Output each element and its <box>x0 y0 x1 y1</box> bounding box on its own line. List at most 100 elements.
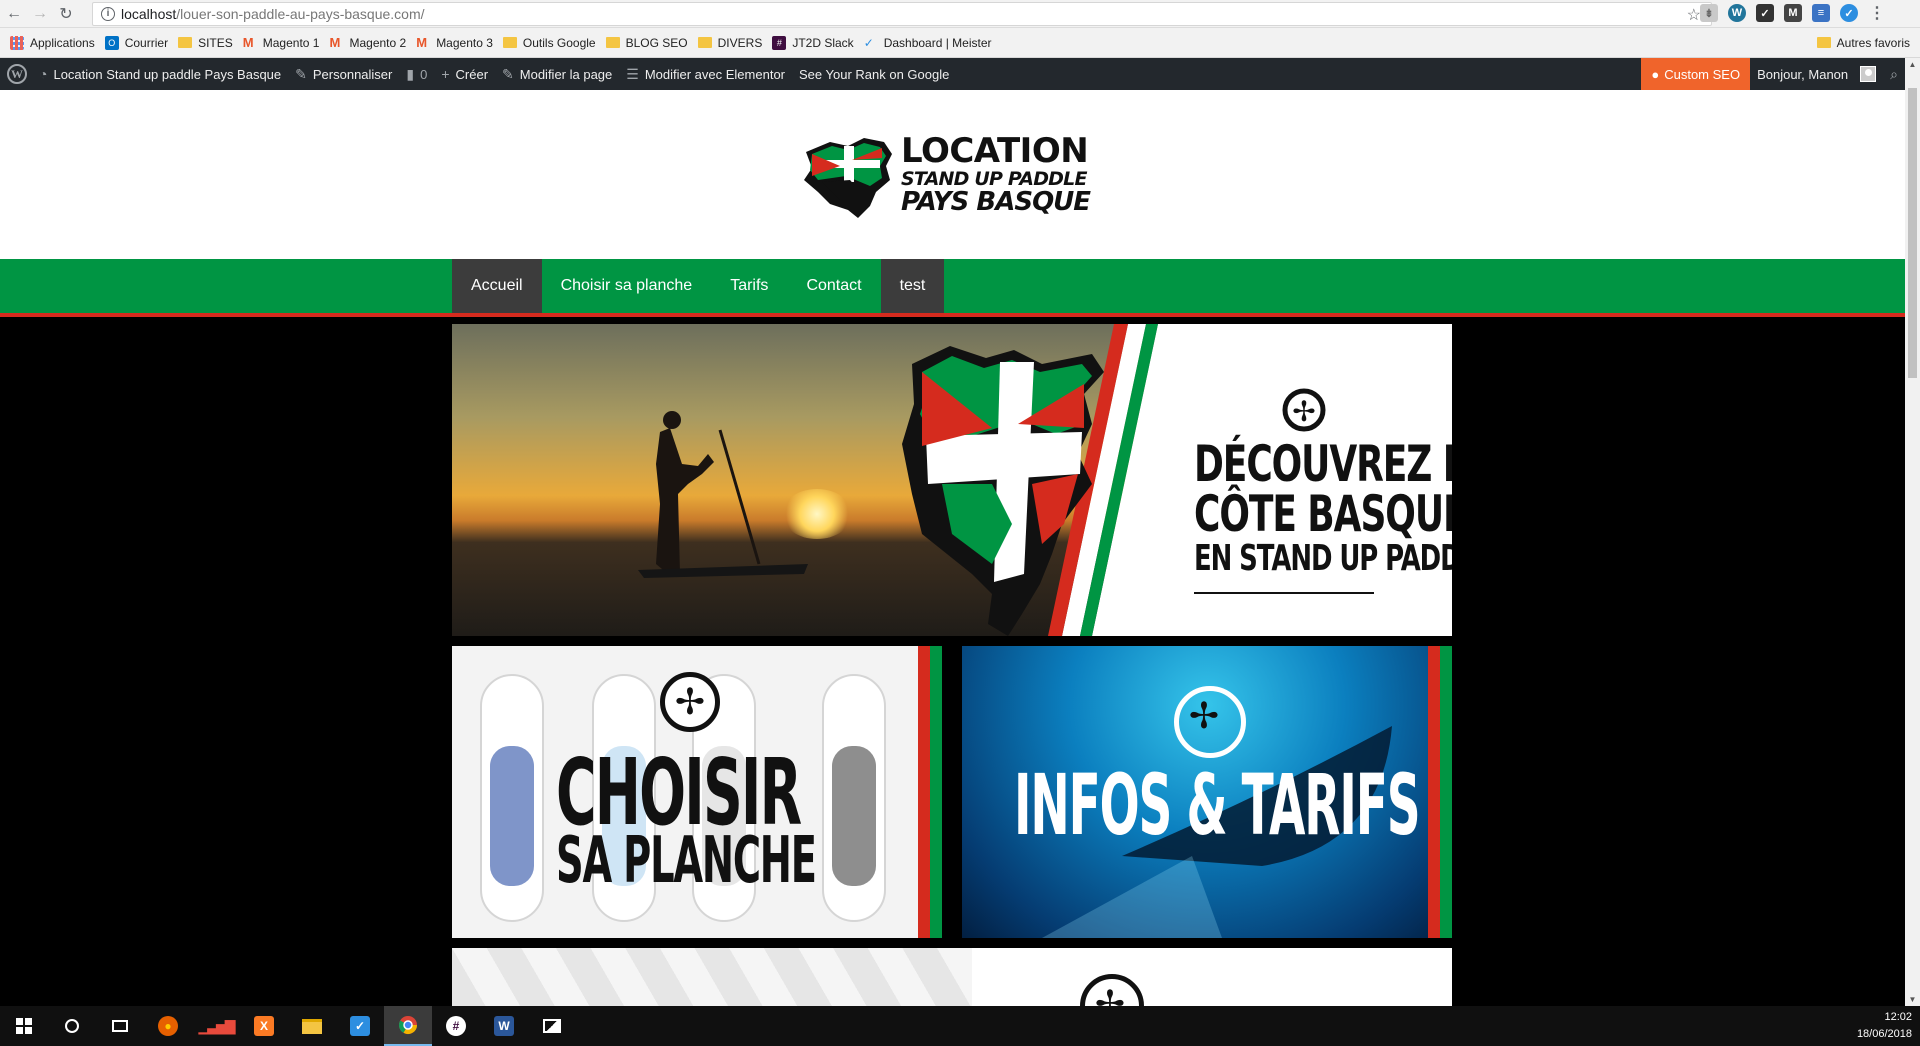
bookmark-outils-google[interactable]: Outils Google <box>502 36 596 50</box>
url-host: localhost <box>121 6 177 22</box>
hero-line-3: EN STAND UP PADDLE <box>1194 538 1452 579</box>
hero-line-1: DÉCOUVREZ LA <box>1194 435 1452 493</box>
slack-taskbar-icon[interactable]: # <box>432 1006 480 1046</box>
browser-toolbar: ← → ↻ i localhost/louer-son-paddle-au-pa… <box>0 0 1920 28</box>
outlook-icon: O <box>104 35 119 50</box>
admin-customize[interactable]: ✎ Personnaliser <box>288 58 399 90</box>
equalizer-app-icon[interactable]: ▁▃▅▇ <box>192 1006 240 1046</box>
green-stripe <box>930 646 942 938</box>
nav-item-test[interactable]: test <box>880 259 945 313</box>
bookmarks-bar: Applications O Courrier SITES M Magento … <box>0 28 1920 58</box>
bookmark-star-icon[interactable]: ☆ <box>1687 5 1701 25</box>
nav-item-contact[interactable]: Contact <box>787 259 880 313</box>
xampp-icon[interactable]: X <box>240 1006 288 1046</box>
admin-comments[interactable]: ▮ 0 <box>399 58 434 90</box>
hero-underline <box>1194 592 1374 594</box>
apps-grid-icon <box>10 35 24 50</box>
red-stripe <box>918 646 930 938</box>
green-stripe <box>1440 646 1452 938</box>
bookmark-applications[interactable]: Applications <box>10 35 95 50</box>
info-icon[interactable]: i <box>101 7 115 21</box>
wp-admin-bar: W ◔ Location Stand up paddle Pays Basque… <box>0 58 1905 90</box>
address-bar[interactable]: i localhost/louer-son-paddle-au-pays-bas… <box>92 2 1712 26</box>
chrome-icon[interactable] <box>384 1006 432 1046</box>
slack-icon: # <box>772 35 787 50</box>
scroll-down-arrow-icon[interactable]: ▼ <box>1905 995 1920 1004</box>
admin-site-name[interactable]: ◔ Location Stand up paddle Pays Basque <box>32 58 288 90</box>
cortana-search-icon[interactable] <box>48 1006 96 1046</box>
tile-choisir-sa-planche[interactable]: CHOISIR SA PLANCHE <box>452 646 942 938</box>
admin-see-rank[interactable]: See Your Rank on Google <box>792 58 956 90</box>
photos-icon[interactable] <box>528 1006 576 1046</box>
avatar <box>1860 66 1877 82</box>
firefox-icon[interactable]: ● <box>144 1006 192 1046</box>
extension-icons: ⇟ W ✓ M ≡ ✓ ⋮ <box>1700 4 1886 22</box>
nav-item-choisir-sa-planche[interactable]: Choisir sa planche <box>542 259 712 313</box>
nav-item-accueil[interactable]: Accueil <box>452 259 542 313</box>
tile-infos-tarifs[interactable]: INFOS & TARIFS <box>962 646 1452 938</box>
other-bookmarks[interactable]: Autres favoris <box>1816 36 1910 50</box>
bookmark-magento-2[interactable]: M Magento 2 <box>329 35 406 50</box>
page-scrollbar[interactable]: ▲ ▼ <box>1905 58 1920 1006</box>
main-navigation: Accueil Choisir sa planche Tarifs Contac… <box>0 259 1905 317</box>
scroll-up-arrow-icon[interactable]: ▲ <box>1905 60 1920 69</box>
windows-taskbar: ● ▁▃▅▇ X ✓ # W 12:02 18/06/2018 <box>0 1006 1920 1046</box>
site-logo[interactable]: LOCATION STAND UP PADDLE PAYS BASQUE <box>800 134 1105 220</box>
admin-edit-elementor[interactable]: ☰ Modifier avec Elementor <box>619 58 792 90</box>
logo-line-location: LOCATION <box>901 131 1089 171</box>
paddle-board-image <box>822 674 886 922</box>
tile-bottom-partial[interactable] <box>452 948 1452 1006</box>
bookmark-dashboard-meister[interactable]: ✓ Dashboard | Meister <box>864 36 992 50</box>
url-path: /louer-son-paddle-au-pays-basque.com/ <box>176 6 425 22</box>
admin-create[interactable]: + Créer <box>434 58 495 90</box>
menu-dots-icon[interactable]: ⋮ <box>1868 4 1886 22</box>
file-explorer-icon[interactable] <box>288 1006 336 1046</box>
nav-list: Accueil Choisir sa planche Tarifs Contac… <box>452 259 945 313</box>
red-stripe <box>1428 646 1440 938</box>
reload-icon[interactable]: ↻ <box>54 2 78 26</box>
scrollbar-thumb[interactable] <box>1908 88 1917 378</box>
tile-left-line-2: SA PLANCHE <box>556 824 817 898</box>
folder-icon <box>502 37 517 48</box>
todo-app-icon[interactable]: ✓ <box>336 1006 384 1046</box>
mail-extension-icon[interactable]: M <box>1784 4 1802 22</box>
lauburu-icon <box>1080 974 1144 1006</box>
bookmark-sites[interactable]: SITES <box>178 36 233 50</box>
checklist-extension-icon[interactable]: ✓ <box>1756 4 1774 22</box>
wordpress-extension-icon[interactable]: W <box>1728 4 1746 22</box>
magento-icon: M <box>242 34 254 50</box>
custom-seo-button[interactable]: ● Custom SEO <box>1641 58 1751 90</box>
back-arrow-icon[interactable]: ← <box>2 2 26 26</box>
admin-account[interactable]: Bonjour, Manon <box>1750 58 1883 90</box>
check-icon: ✓ <box>863 35 874 50</box>
word-icon[interactable]: W <box>480 1006 528 1046</box>
bookmark-courrier[interactable]: O Courrier <box>104 35 168 50</box>
page-viewport: LOCATION STAND UP PADDLE PAYS BASQUE Acc… <box>0 90 1905 1006</box>
logo-line-pays-basque: PAYS BASQUE <box>901 187 1091 217</box>
triangle-pattern <box>452 948 972 1006</box>
bookmark-magento-1[interactable]: M Magento 1 <box>242 34 320 50</box>
wordpress-logo-icon[interactable]: W <box>7 64 27 84</box>
nav-item-tarifs[interactable]: Tarifs <box>711 259 787 313</box>
extension-icon[interactable]: ⇟ <box>1700 4 1718 22</box>
clock-date: 18/06/2018 <box>1856 1028 1912 1040</box>
admin-edit-page[interactable]: ✎ Modifier la page <box>495 58 619 90</box>
brush-icon: ✎ <box>295 65 307 82</box>
bookmark-jt2d-slack[interactable]: # JT2D Slack <box>772 35 854 50</box>
lauburu-icon <box>660 672 720 732</box>
forward-arrow-icon[interactable]: → <box>28 2 52 26</box>
hero-headline: DÉCOUVREZ LA CÔTE BASQUE EN STAND UP PAD… <box>1194 439 1452 577</box>
clock-time: 12:02 <box>1884 1011 1912 1023</box>
pin-extension-icon[interactable]: ✓ <box>1840 4 1858 22</box>
windows-start-icon[interactable] <box>0 1006 48 1046</box>
hero-line-2: CÔTE BASQUE <box>1194 485 1452 543</box>
hero-banner[interactable]: ✢ DÉCOUVREZ LA CÔTE BASQUE EN STAND UP P… <box>452 324 1452 636</box>
bookmark-blog-seo[interactable]: BLOG SEO <box>605 36 688 50</box>
system-clock[interactable]: 12:02 18/06/2018 <box>1857 1009 1912 1043</box>
bookmark-magento-3[interactable]: M Magento 3 <box>416 35 493 50</box>
folder-icon <box>1816 37 1831 48</box>
task-view-icon[interactable] <box>96 1006 144 1046</box>
notes-extension-icon[interactable]: ≡ <box>1812 4 1830 22</box>
admin-search[interactable]: ⌕ <box>1883 58 1905 90</box>
bookmark-divers[interactable]: DIVERS <box>697 36 762 50</box>
